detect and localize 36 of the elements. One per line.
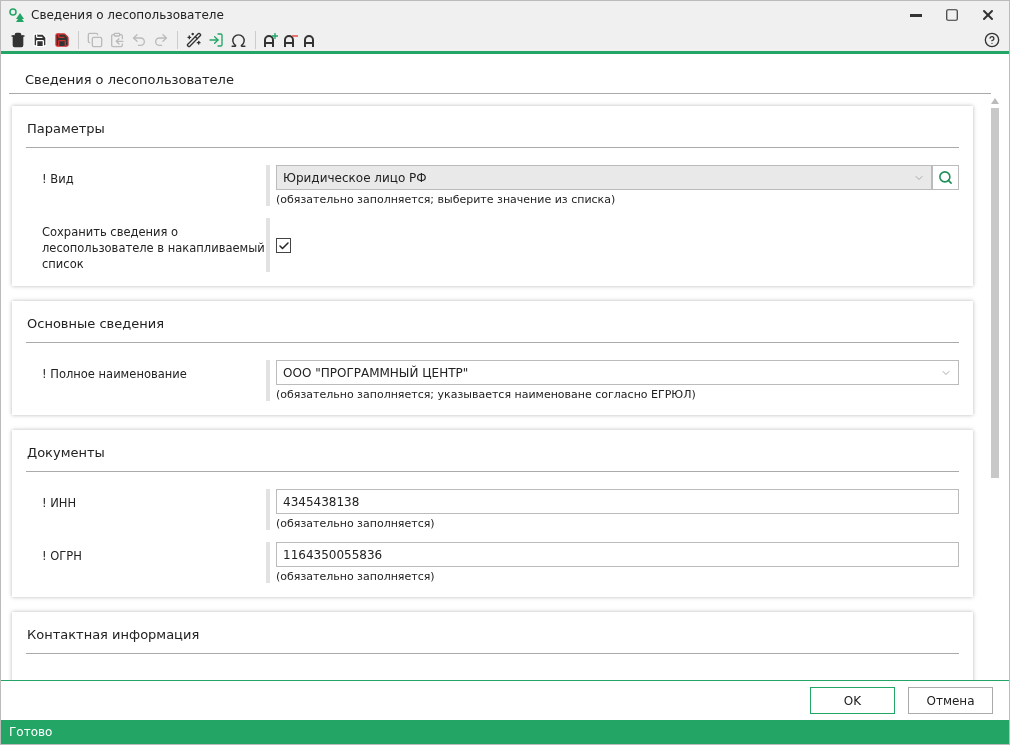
minimize-icon <box>910 13 922 17</box>
field-hint: (обязательно заполняется; выберите значение из списка) <box>276 193 617 206</box>
ok-button[interactable]: OK <box>810 687 895 714</box>
checkbox[interactable] <box>276 238 291 253</box>
cancel-button[interactable]: Отмена <box>908 687 993 714</box>
field-hint: (обязательно заполняется) <box>276 570 436 583</box>
status-bar: Готово <box>1 720 1009 744</box>
page-heading: Сведения о лесопользователе <box>9 54 991 94</box>
wand-icon[interactable] <box>185 31 203 49</box>
font-decrease-icon[interactable] <box>283 32 299 48</box>
field-label: ! Полное наименование <box>41 366 188 383</box>
text-field[interactable]: 1164350055836 <box>276 542 959 567</box>
field-label: ! Вид <box>41 171 75 188</box>
field-hint: (обязательно заполняется; указывается наименоване согласно ЕГРЮЛ) <box>276 388 697 401</box>
section-title: Контактная информация <box>26 612 959 654</box>
tree-icon <box>7 6 25 24</box>
close-icon <box>980 7 996 23</box>
field-label: ! ИНН <box>41 495 78 512</box>
save-close-icon[interactable] <box>53 31 71 49</box>
maximize-icon <box>945 8 959 22</box>
field-label: ! ОГРН <box>41 548 83 565</box>
dropdown-field[interactable]: ООО "ПРОГРАММНЫЙ ЦЕНТР" <box>276 360 959 385</box>
field-hint: (обязательно заполняется) <box>276 517 436 530</box>
help-icon[interactable] <box>983 31 1001 49</box>
dropdown-field[interactable]: Юридическое лицо РФ <box>276 165 932 190</box>
section-title: Параметры <box>26 106 959 148</box>
trash-icon[interactable] <box>9 31 27 49</box>
field-label: Сохранить сведения о лесопользователе в накапливаемый список <box>41 224 266 272</box>
search-button[interactable] <box>932 165 959 190</box>
search-icon <box>938 170 953 185</box>
section-title: Основные сведения <box>26 301 959 343</box>
text-field[interactable]: 4345438138 <box>276 489 959 514</box>
section-title: Документы <box>26 430 959 472</box>
save-icon[interactable] <box>31 31 49 49</box>
font-increase-icon[interactable] <box>263 32 279 48</box>
window-title: Сведения о лесопользователе <box>31 8 225 22</box>
